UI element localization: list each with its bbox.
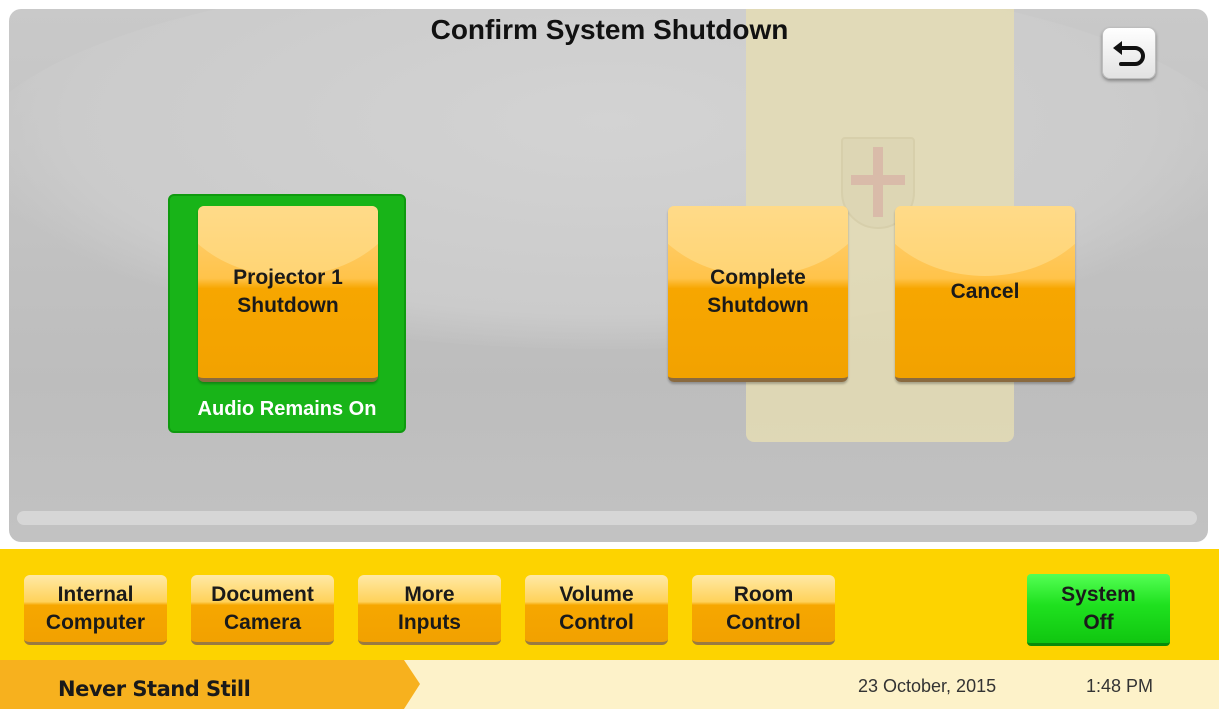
nav-document-camera[interactable]: Document Camera	[191, 575, 334, 645]
undo-arrow-icon	[1113, 41, 1145, 66]
projector-shutdown-label: Projector 1 Shutdown	[233, 266, 343, 317]
nav-label: Room Control	[726, 582, 801, 634]
complete-shutdown-button[interactable]: Complete Shutdown	[668, 206, 848, 382]
cancel-label: Cancel	[950, 280, 1020, 303]
nav-more-inputs[interactable]: More Inputs	[358, 575, 501, 645]
projector-shutdown-button[interactable]: Projector 1 Shutdown	[198, 206, 378, 382]
background-band	[17, 511, 1197, 525]
time-display: 1:48 PM	[1086, 676, 1154, 696]
footer-bar: Never Stand Still 23 October, 2015 1:48 …	[0, 660, 1219, 709]
dialog-title: Confirm System Shutdown	[430, 14, 789, 45]
system-off-label: System Off	[1061, 582, 1136, 634]
bottom-navbar: Internal Computer Document Camera More I…	[0, 549, 1219, 660]
tagline: Never Stand Still	[58, 677, 251, 701]
projector-shutdown-group: Projector 1 Shutdown Audio Remains On	[168, 194, 406, 433]
date-display: 23 October, 2015	[858, 676, 997, 696]
system-off-button[interactable]: System Off	[1027, 574, 1170, 646]
nav-internal-computer[interactable]: Internal Computer	[24, 575, 167, 645]
complete-shutdown-label: Complete Shutdown	[707, 266, 809, 317]
nav-label: More Inputs	[398, 582, 461, 634]
nav-room-control[interactable]: Room Control	[692, 575, 835, 645]
nav-volume-control[interactable]: Volume Control	[525, 575, 668, 645]
nav-label: Volume Control	[559, 582, 634, 634]
nav-label: Internal Computer	[45, 582, 146, 634]
back-button[interactable]	[1102, 27, 1156, 79]
audio-remains-caption: Audio Remains On	[197, 398, 377, 420]
cancel-button[interactable]: Cancel	[895, 206, 1075, 382]
nav-label: Document Camera	[211, 582, 314, 634]
